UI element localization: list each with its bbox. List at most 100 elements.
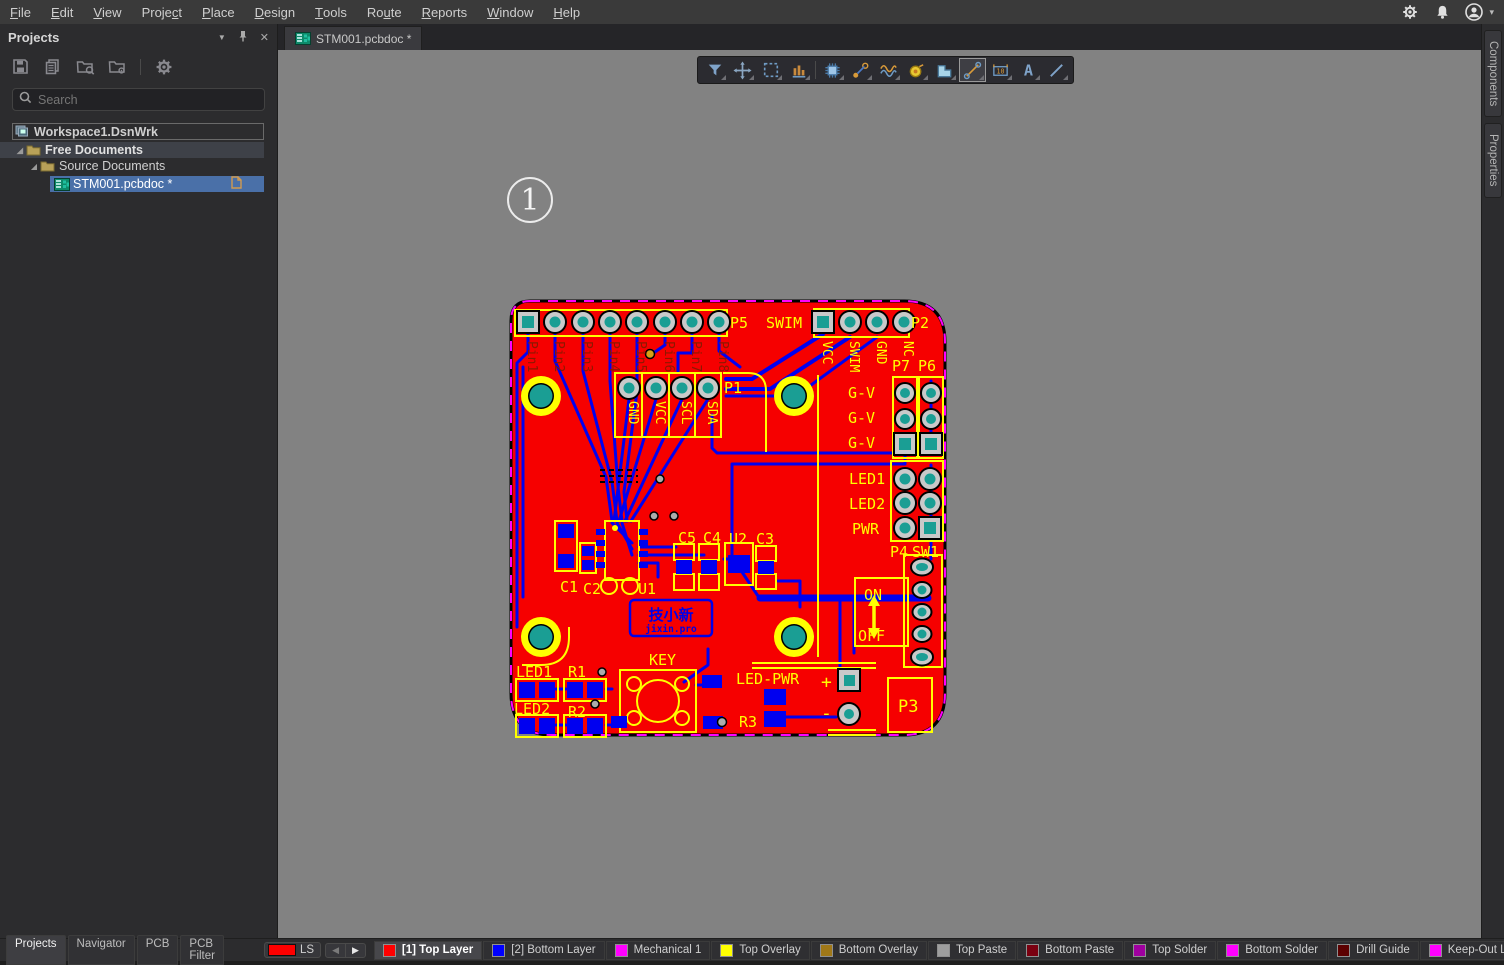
panel-settings-gear-icon[interactable] (155, 58, 173, 76)
line-tool-icon[interactable] (1043, 58, 1070, 82)
layer-tabs: [1] Top Layer [2] Bottom Layer Mechanica… (374, 941, 1504, 960)
scroll-right-icon[interactable]: ▶ (345, 944, 365, 957)
layer-set-swatch (268, 944, 296, 956)
ref-p2: P2 (911, 314, 929, 332)
svg-text:Pin8: Pin8 (715, 341, 730, 372)
tree-workspace[interactable]: Workspace1.DsnWrk (12, 123, 264, 140)
expand-arrow-icon[interactable]: ◢ (14, 146, 26, 155)
select-area-tool-icon[interactable] (757, 58, 784, 82)
interactive-route-tool-icon[interactable] (847, 58, 874, 82)
save-icon[interactable] (12, 58, 30, 76)
svg-text:Pin2: Pin2 (551, 341, 566, 372)
layer-label: Bottom Paste (1045, 944, 1114, 956)
move-tool-icon[interactable] (729, 58, 756, 82)
layer-tab-bottom-overlay[interactable]: Bottom Overlay (811, 941, 927, 960)
svg-text:NC: NC (900, 341, 915, 357)
scroll-left-icon[interactable]: ◀ (326, 944, 345, 957)
layer-tab-keep-out[interactable]: Keep-Out Layer (1420, 941, 1504, 960)
svg-text:Pin5: Pin5 (633, 341, 648, 372)
menu-design[interactable]: Design (245, 0, 305, 24)
free-documents-label: Free Documents (45, 143, 143, 157)
svg-text:SDA: SDA (704, 401, 719, 425)
explore-folder-icon[interactable] (76, 58, 94, 76)
ref-c5: C5 (678, 529, 696, 547)
label-led-pwr: LED-PWR (736, 670, 800, 688)
layer-set-button[interactable]: LS (264, 942, 321, 958)
menu-view[interactable]: View (83, 0, 131, 24)
ref-p1: P1 (724, 379, 742, 397)
layer-tab-top-layer[interactable]: [1] Top Layer (374, 941, 482, 960)
dimension-tool-icon[interactable]: 10 (987, 58, 1014, 82)
settings-gear-icon[interactable] (1401, 3, 1419, 21)
polygon-pour-tool-icon[interactable] (931, 58, 958, 82)
pad-tool-icon[interactable] (785, 58, 812, 82)
ref-p7: P7 (892, 357, 910, 375)
menu-place[interactable]: Place (192, 0, 245, 24)
menu-help[interactable]: Help (543, 0, 590, 24)
measure-tool-icon[interactable] (959, 58, 986, 82)
menu-file[interactable]: File (0, 0, 41, 24)
layer-label: Bottom Overlay (839, 944, 918, 956)
layer-swatch (1337, 944, 1350, 957)
panel-pin-icon[interactable] (238, 30, 248, 45)
menu-reports[interactable]: Reports (412, 0, 478, 24)
layer-label: Top Solder (1152, 944, 1207, 956)
differential-pair-route-tool-icon[interactable] (875, 58, 902, 82)
layer-tab-bottom-layer[interactable]: [2] Bottom Layer (483, 941, 604, 960)
panel-dropdown-icon[interactable]: ▼ (218, 33, 226, 42)
ref-u1: U1 (638, 580, 656, 598)
ref-p3: P3 (898, 697, 918, 717)
layer-tab-bottom-solder[interactable]: Bottom Solder (1217, 941, 1327, 960)
annotation-number: 1 (520, 183, 539, 218)
label-key: KEY (649, 651, 676, 669)
layer-swatch (1226, 944, 1239, 957)
workspace-icon (15, 125, 30, 138)
menu-tools[interactable]: Tools (305, 0, 357, 24)
search-icon (19, 91, 32, 109)
component-tool-icon[interactable] (819, 58, 846, 82)
filter-tool-icon[interactable] (701, 58, 728, 82)
layer-tab-top-overlay[interactable]: Top Overlay (711, 941, 809, 960)
layer-tab-drill-guide[interactable]: Drill Guide (1328, 941, 1419, 960)
layer-set-label: LS (300, 944, 314, 956)
ref-p6: P6 (918, 357, 936, 375)
label-off: OFF (858, 627, 885, 645)
tree-free-documents[interactable]: ◢ Free Documents (0, 142, 264, 158)
layer-label: [2] Bottom Layer (511, 944, 595, 956)
panel-close-icon[interactable]: ✕ (260, 31, 269, 44)
pcb-board[interactable]: 技小新 jixin.pro P5 SWIM P2 P1 P7 P6 G-V G-… (508, 297, 951, 740)
ref-c1: C1 (560, 578, 578, 596)
search-input[interactable] (38, 93, 238, 107)
search-box (12, 88, 265, 111)
projects-tree: Workspace1.DsnWrk ◢ Free Documents ◢ Sou… (0, 123, 277, 192)
layer-tab-mechanical-1[interactable]: Mechanical 1 (606, 941, 711, 960)
expand-arrow-icon[interactable]: ◢ (28, 162, 40, 171)
tree-source-documents[interactable]: ◢ Source Documents (0, 158, 264, 174)
folder-settings-icon[interactable] (108, 58, 126, 76)
tree-document-stm001[interactable]: STM001.pcbdoc * (50, 176, 264, 192)
menu-route[interactable]: Route (357, 0, 412, 24)
layer-label: [1] Top Layer (402, 944, 473, 956)
svg-text:Pin3: Pin3 (579, 341, 594, 372)
layer-tab-top-solder[interactable]: Top Solder (1124, 941, 1216, 960)
pcb-editor-canvas[interactable]: 10 A 1 (278, 50, 1481, 938)
menu-project[interactable]: Project (132, 0, 192, 24)
notifications-bell-icon[interactable] (1433, 3, 1451, 21)
tab-stm001-pcbdoc[interactable]: STM001.pcbdoc * (284, 26, 422, 50)
text-tool-icon[interactable]: A (1015, 58, 1042, 82)
user-caret-icon[interactable]: ▾ (1489, 7, 1494, 18)
copy-documents-icon[interactable] (44, 58, 62, 76)
menu-window[interactable]: Window (477, 0, 543, 24)
label-gv-3: G-V (848, 434, 875, 452)
user-account-icon[interactable] (1465, 3, 1483, 21)
menu-edit[interactable]: Edit (41, 0, 83, 24)
via-tool-icon[interactable] (903, 58, 930, 82)
active-bar-toolbar: 10 A (697, 56, 1074, 84)
projects-toolbar (0, 50, 277, 84)
layer-tab-top-paste[interactable]: Top Paste (928, 941, 1016, 960)
ref-r1: R1 (568, 663, 586, 681)
layer-swatch (720, 944, 733, 957)
layer-tab-bottom-paste[interactable]: Bottom Paste (1017, 941, 1123, 960)
tab-properties[interactable]: Properties (1484, 123, 1502, 197)
tab-components[interactable]: Components (1484, 30, 1502, 117)
